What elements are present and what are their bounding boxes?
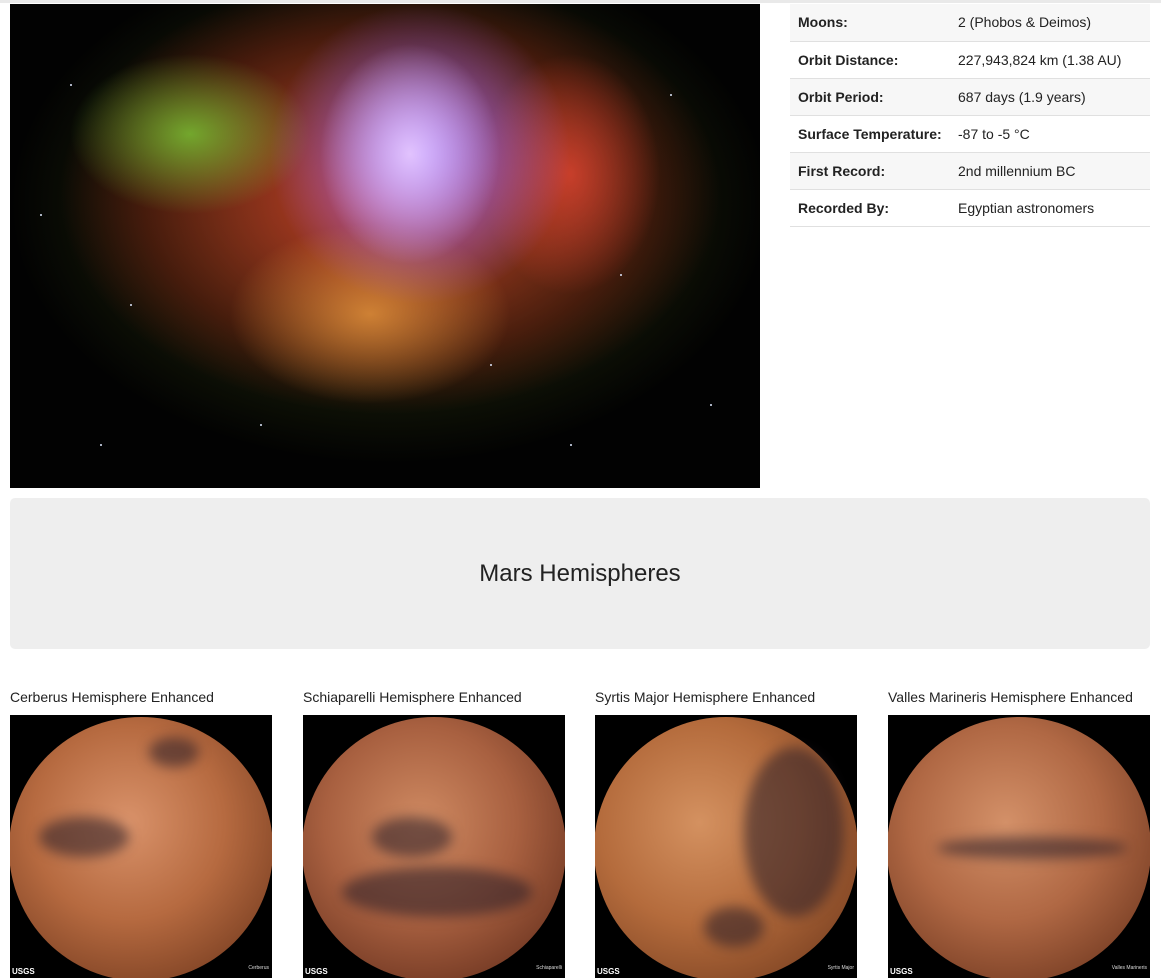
image-caption: Schiaparelli: [536, 965, 562, 971]
hemisphere-card-syrtis-major: Syrtis Major Hemisphere Enhanced USGS Sy…: [595, 688, 858, 978]
hemisphere-card-schiaparelli: Schiaparelli Hemisphere Enhanced USGS Sc…: [303, 688, 566, 978]
table-row: Moons: 2 (Phobos & Deimos): [790, 4, 1150, 41]
hemisphere-title[interactable]: Valles Marineris Hemisphere Enhanced: [888, 688, 1151, 707]
hemisphere-card-valles-marineris: Valles Marineris Hemisphere Enhanced USG…: [888, 688, 1151, 978]
image-caption: Syrtis Major: [827, 965, 854, 971]
table-row: Recorded By: Egyptian astronomers: [790, 189, 1150, 226]
hemisphere-image-valles-marineris[interactable]: USGS Valles Marineris: [888, 715, 1150, 978]
hemispheres-banner: Mars Hemispheres: [10, 498, 1150, 649]
hemisphere-title[interactable]: Syrtis Major Hemisphere Enhanced: [595, 688, 858, 707]
fact-label: Orbit Distance:: [798, 51, 899, 68]
fact-value: Egyptian astronomers: [958, 199, 1095, 216]
featured-nebula-image: [10, 4, 760, 488]
usgs-logo: USGS: [305, 967, 328, 976]
fact-value: 227,943,824 km (1.38 AU): [958, 51, 1122, 68]
fact-value: -87 to -5 °C: [958, 125, 1030, 142]
fact-value: 2 (Phobos & Deimos): [958, 14, 1092, 31]
hemisphere-image-cerberus[interactable]: USGS Cerberus: [10, 715, 272, 978]
fact-value: 2nd millennium BC: [958, 162, 1076, 179]
fact-label: First Record:: [798, 162, 886, 179]
table-row: First Record: 2nd millennium BC: [790, 152, 1150, 189]
fact-label: Surface Temperature:: [798, 125, 942, 142]
table-row: Surface Temperature: -87 to -5 °C: [790, 115, 1150, 152]
usgs-logo: USGS: [597, 967, 620, 976]
usgs-logo: USGS: [12, 967, 35, 976]
image-caption: Cerberus: [248, 965, 269, 971]
usgs-logo: USGS: [890, 967, 913, 976]
table-row: Orbit Period: 687 days (1.9 years): [790, 78, 1150, 115]
top-divider: [0, 0, 1161, 3]
table-row: Orbit Distance: 227,943,824 km (1.38 AU): [790, 41, 1150, 78]
hemisphere-title[interactable]: Schiaparelli Hemisphere Enhanced: [303, 688, 566, 707]
hemispheres-heading: Mars Hemispheres: [479, 559, 681, 587]
fact-value: 687 days (1.9 years): [958, 88, 1086, 105]
hemisphere-title[interactable]: Cerberus Hemisphere Enhanced: [10, 688, 273, 707]
hemisphere-image-schiaparelli[interactable]: USGS Schiaparelli: [303, 715, 565, 978]
hemisphere-image-syrtis-major[interactable]: USGS Syrtis Major: [595, 715, 857, 978]
fact-label: Orbit Period:: [798, 88, 884, 105]
hemisphere-card-cerberus: Cerberus Hemisphere Enhanced USGS Cerber…: [10, 688, 273, 978]
fact-label: Moons:: [798, 14, 848, 31]
fact-label: Recorded By:: [798, 199, 890, 216]
mars-facts-table: Moons: 2 (Phobos & Deimos) Orbit Distanc…: [790, 4, 1150, 227]
image-caption: Valles Marineris: [1111, 965, 1147, 971]
